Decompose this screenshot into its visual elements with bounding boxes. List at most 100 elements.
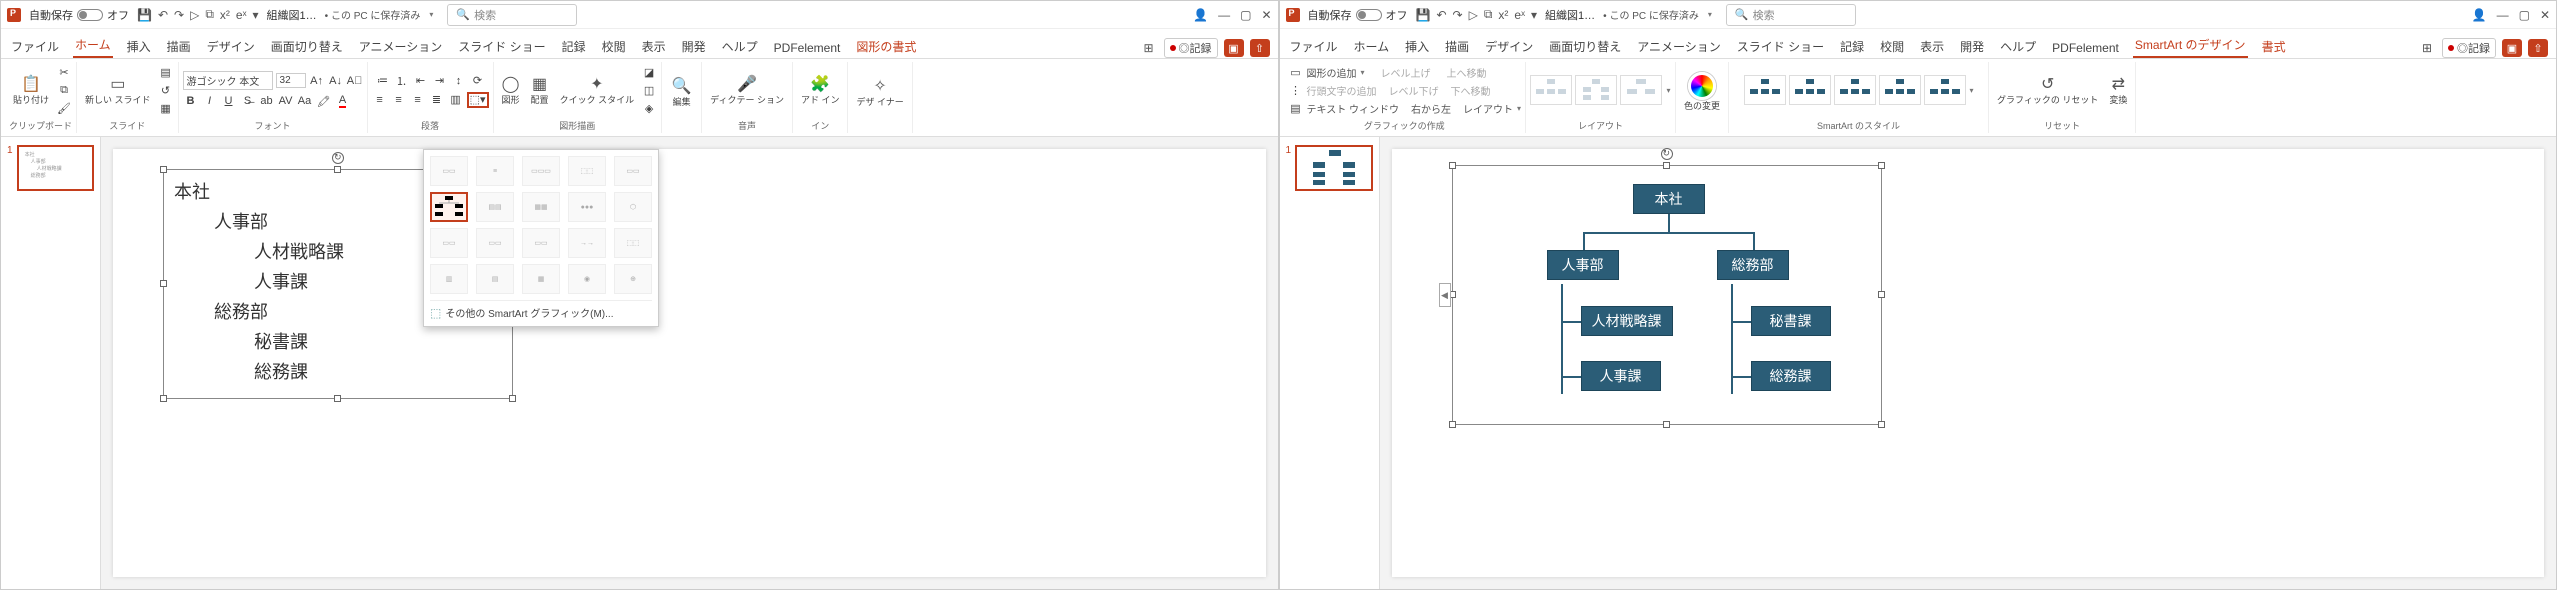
resize-handle[interactable] — [160, 280, 167, 287]
tab-transitions[interactable]: 画面切り替え — [1547, 35, 1623, 58]
tab-help[interactable]: ヘルプ — [1998, 35, 2038, 58]
indent-inc-icon[interactable]: ⇥ — [432, 73, 448, 89]
bold-icon[interactable]: B — [183, 93, 199, 109]
clear-format-icon[interactable]: A⃠ — [347, 73, 363, 89]
text-line[interactable]: 本社 — [174, 178, 210, 204]
add-bullet-label[interactable]: 行頭文字の追加 — [1307, 83, 1377, 98]
resize-handle[interactable] — [1663, 421, 1670, 428]
italic-icon[interactable]: I — [202, 93, 218, 109]
layout-more-icon[interactable]: ▾ — [1666, 86, 1670, 95]
align-right-icon[interactable]: ≡ — [410, 92, 426, 108]
arrange-button[interactable]: ▦配置 — [527, 72, 553, 108]
smartart-option[interactable]: ▤▤ — [476, 192, 514, 222]
smartart-option[interactable]: ⬚⬚ — [568, 156, 606, 186]
add-shape-icon[interactable]: ▭ — [1288, 64, 1304, 80]
resize-handle[interactable] — [509, 395, 516, 402]
shape-outline-icon[interactable]: ◫ — [641, 82, 657, 98]
convert-button[interactable]: ⇄変換 — [2105, 72, 2131, 108]
resize-handle[interactable] — [1449, 162, 1456, 169]
spacing-icon[interactable]: AV — [278, 93, 294, 109]
toggle-icon[interactable] — [77, 9, 103, 21]
qat-dropdown-icon[interactable]: ▾ — [253, 8, 259, 22]
tab-review[interactable]: 校閲 — [1878, 35, 1906, 58]
toggle-icon[interactable] — [1356, 9, 1382, 21]
strike-icon[interactable]: S̶ — [240, 93, 256, 109]
record-button[interactable]: ◎記録 — [2442, 38, 2496, 58]
columns-icon[interactable]: ▥ — [448, 92, 464, 108]
rtl-label[interactable]: 右から左 — [1411, 101, 1451, 116]
slide-thumbnail-1[interactable]: 1 — [1286, 145, 1373, 191]
equation-icon[interactable]: eˣ — [1514, 8, 1525, 22]
shadow-icon[interactable]: ab — [259, 93, 275, 109]
change-colors-button[interactable]: 色の変更 — [1680, 70, 1724, 114]
slide-thumbnail-1[interactable]: 1 本社 人事部 人材戦略課 総務部 — [7, 145, 94, 191]
quickstyle-button[interactable]: ✦クイック スタイル — [556, 72, 639, 108]
smartart-option[interactable]: ▤ — [476, 264, 514, 294]
autosave-toggle[interactable]: 自動保存 オフ — [1308, 7, 1408, 23]
tab-record[interactable]: 記録 — [1838, 35, 1866, 58]
line-spacing-icon[interactable]: ↕ — [451, 73, 467, 89]
node-ga[interactable]: 総務部 — [1717, 250, 1789, 280]
record-button[interactable]: ◎記録 — [1164, 38, 1218, 58]
addins-button[interactable]: 🧩アド イン — [797, 72, 844, 108]
layout-option[interactable] — [1620, 75, 1662, 105]
smartart-option[interactable]: ⬚⬚ — [614, 228, 652, 258]
level-up-label[interactable]: レベル上げ — [1381, 65, 1431, 80]
smartart-option[interactable]: ▭▭ — [430, 228, 468, 258]
minimize-icon[interactable]: — — [2497, 8, 2509, 22]
tab-view[interactable]: 表示 — [1918, 35, 1946, 58]
grow-font-icon[interactable]: A↑ — [309, 73, 325, 89]
tab-format[interactable]: 書式 — [2260, 35, 2288, 58]
saved-state[interactable]: • この PC に保存済み — [1603, 7, 1699, 22]
resize-handle[interactable] — [1449, 421, 1456, 428]
justify-icon[interactable]: ≣ — [429, 92, 445, 108]
smartart-option[interactable]: ⬡ — [614, 192, 652, 222]
tab-home[interactable]: ホーム — [73, 33, 113, 58]
present-button[interactable]: ▣ — [1224, 39, 1244, 57]
tab-animations[interactable]: アニメーション — [1635, 35, 1723, 58]
tab-draw[interactable]: 描画 — [1443, 35, 1471, 58]
resize-handle[interactable] — [160, 166, 167, 173]
new-slide-button[interactable]: ▭新しい スライド — [81, 72, 155, 108]
reset-graphic-button[interactable]: ↺グラフィックの リセット — [1993, 72, 2102, 108]
present-button[interactable]: ▣ — [2502, 39, 2522, 57]
show-icon[interactable]: ⧉ — [1484, 7, 1493, 22]
tab-view[interactable]: 表示 — [640, 35, 668, 58]
smartart-option[interactable]: ⊕ — [614, 264, 652, 294]
collapse-icon[interactable]: ⊞ — [2418, 39, 2436, 57]
minimize-icon[interactable]: — — [1218, 8, 1230, 22]
undo-icon[interactable]: ↶ — [158, 8, 168, 22]
layout-btn-label[interactable]: レイアウト — [1463, 101, 1513, 116]
underline-icon[interactable]: U — [221, 93, 237, 109]
layout-option[interactable] — [1530, 75, 1572, 105]
style-option[interactable] — [1789, 75, 1831, 105]
smartart-option[interactable]: ▭▭ — [522, 228, 560, 258]
smartart-option[interactable]: ▭▭ — [430, 156, 468, 186]
move-up-label[interactable]: 上へ移動 — [1447, 65, 1487, 80]
resize-handle[interactable] — [334, 395, 341, 402]
tab-design[interactable]: デザイン — [205, 35, 257, 58]
thumbnail-pane[interactable]: 1 — [1280, 137, 1380, 589]
slideshow-icon[interactable]: ▷ — [190, 8, 199, 22]
style-option[interactable] — [1744, 75, 1786, 105]
smartart-option[interactable]: ▦ — [522, 264, 560, 294]
case-icon[interactable]: Aa — [297, 93, 313, 109]
align-left-icon[interactable]: ≡ — [372, 92, 388, 108]
superscript-icon[interactable]: x² — [220, 8, 230, 22]
tab-design[interactable]: デザイン — [1483, 35, 1535, 58]
search-box[interactable]: 🔍 検索 — [1726, 4, 1856, 26]
copy-icon[interactable]: ⧉ — [56, 82, 72, 98]
smartart-option[interactable]: →→ — [568, 228, 606, 258]
smartart-option-hierarchy[interactable] — [430, 192, 468, 222]
add-bullet-icon[interactable]: ⋮ — [1288, 82, 1304, 98]
font-size-select[interactable]: 32 — [276, 73, 306, 88]
tab-file[interactable]: ファイル — [1288, 35, 1340, 58]
font-family-select[interactable]: 游ゴシック 本文 — [183, 71, 273, 90]
more-smartart-link[interactable]: ⬚ その他の SmartArt グラフィック(M)... — [430, 300, 652, 320]
smartart-option[interactable]: ▭▭▭ — [522, 156, 560, 186]
text-line[interactable]: 総務課 — [254, 358, 308, 384]
shapes-button[interactable]: ◯図形 — [498, 72, 524, 108]
close-icon[interactable]: ✕ — [2540, 8, 2550, 22]
tab-insert[interactable]: 挿入 — [125, 35, 153, 58]
text-line[interactable]: 秘書課 — [254, 328, 308, 354]
